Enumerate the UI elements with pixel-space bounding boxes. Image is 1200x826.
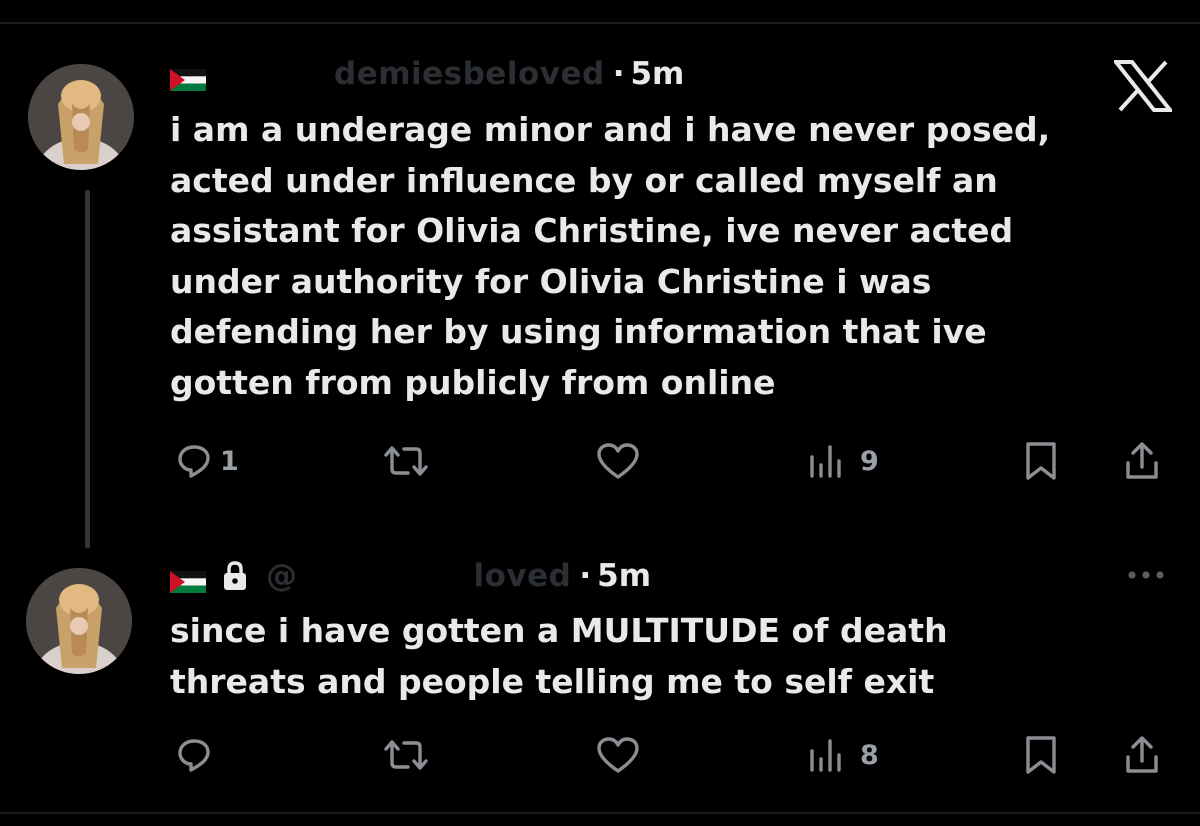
avatar[interactable] [26,568,132,674]
views-chart-icon [810,445,841,478]
separator-dot: · [612,56,625,92]
username-handle[interactable]: @ [266,558,298,594]
palestine-flag-icon [170,565,206,593]
post-text: i am a underage minor and i have never p… [170,110,1051,402]
separator-dot: · [579,558,592,594]
reply-button[interactable] [176,731,220,779]
views-button[interactable]: 8 [808,731,879,779]
post-actions: 8 [170,731,1170,779]
bookmark-button[interactable] [1024,731,1058,779]
post-text: since i have gotten a MULTITUDE of death… [170,611,948,701]
like-button[interactable] [596,437,640,485]
username-handle[interactable]: demiesbeloved [334,56,605,92]
share-button[interactable] [1124,731,1160,779]
repost-icon [384,446,428,476]
reply-icon [178,445,210,478]
views-chart-icon [810,739,841,772]
timestamp[interactable]: 5m [630,56,684,92]
palestine-flag-icon [170,63,206,91]
like-button[interactable] [596,731,640,779]
bookmark-icon [1026,442,1056,480]
views-count: 9 [860,445,879,477]
heart-icon [597,737,639,773]
bottom-divider [0,812,1200,814]
views-count: 8 [860,739,879,771]
repost-button[interactable] [382,731,430,779]
reply-icon [178,739,210,772]
views-button[interactable]: 9 [808,437,879,485]
top-divider [0,22,1200,24]
screenshot-frame: demiesbeloved · 5m i am a underage minor… [0,0,1200,826]
share-icon [1126,442,1158,479]
post-header: demiesbeloved · 5m [170,54,684,94]
thread-line [85,190,90,548]
heart-icon [597,443,639,479]
post-header: @ loved · 5m [170,556,651,596]
lock-icon [222,561,248,591]
more-options-icon[interactable] [1125,566,1167,584]
avatar[interactable] [28,64,134,170]
reply-count: 1 [220,445,239,477]
share-button[interactable] [1124,437,1160,485]
share-icon [1126,736,1158,773]
timestamp[interactable]: 5m [597,558,651,594]
reply-button[interactable]: 1 [176,437,239,485]
bookmark-button[interactable] [1024,437,1058,485]
username-handle-tail[interactable]: loved [474,558,572,594]
bookmark-icon [1026,736,1056,774]
repost-icon [384,740,428,770]
post-actions: 1 9 [170,437,1170,485]
repost-button[interactable] [382,437,430,485]
